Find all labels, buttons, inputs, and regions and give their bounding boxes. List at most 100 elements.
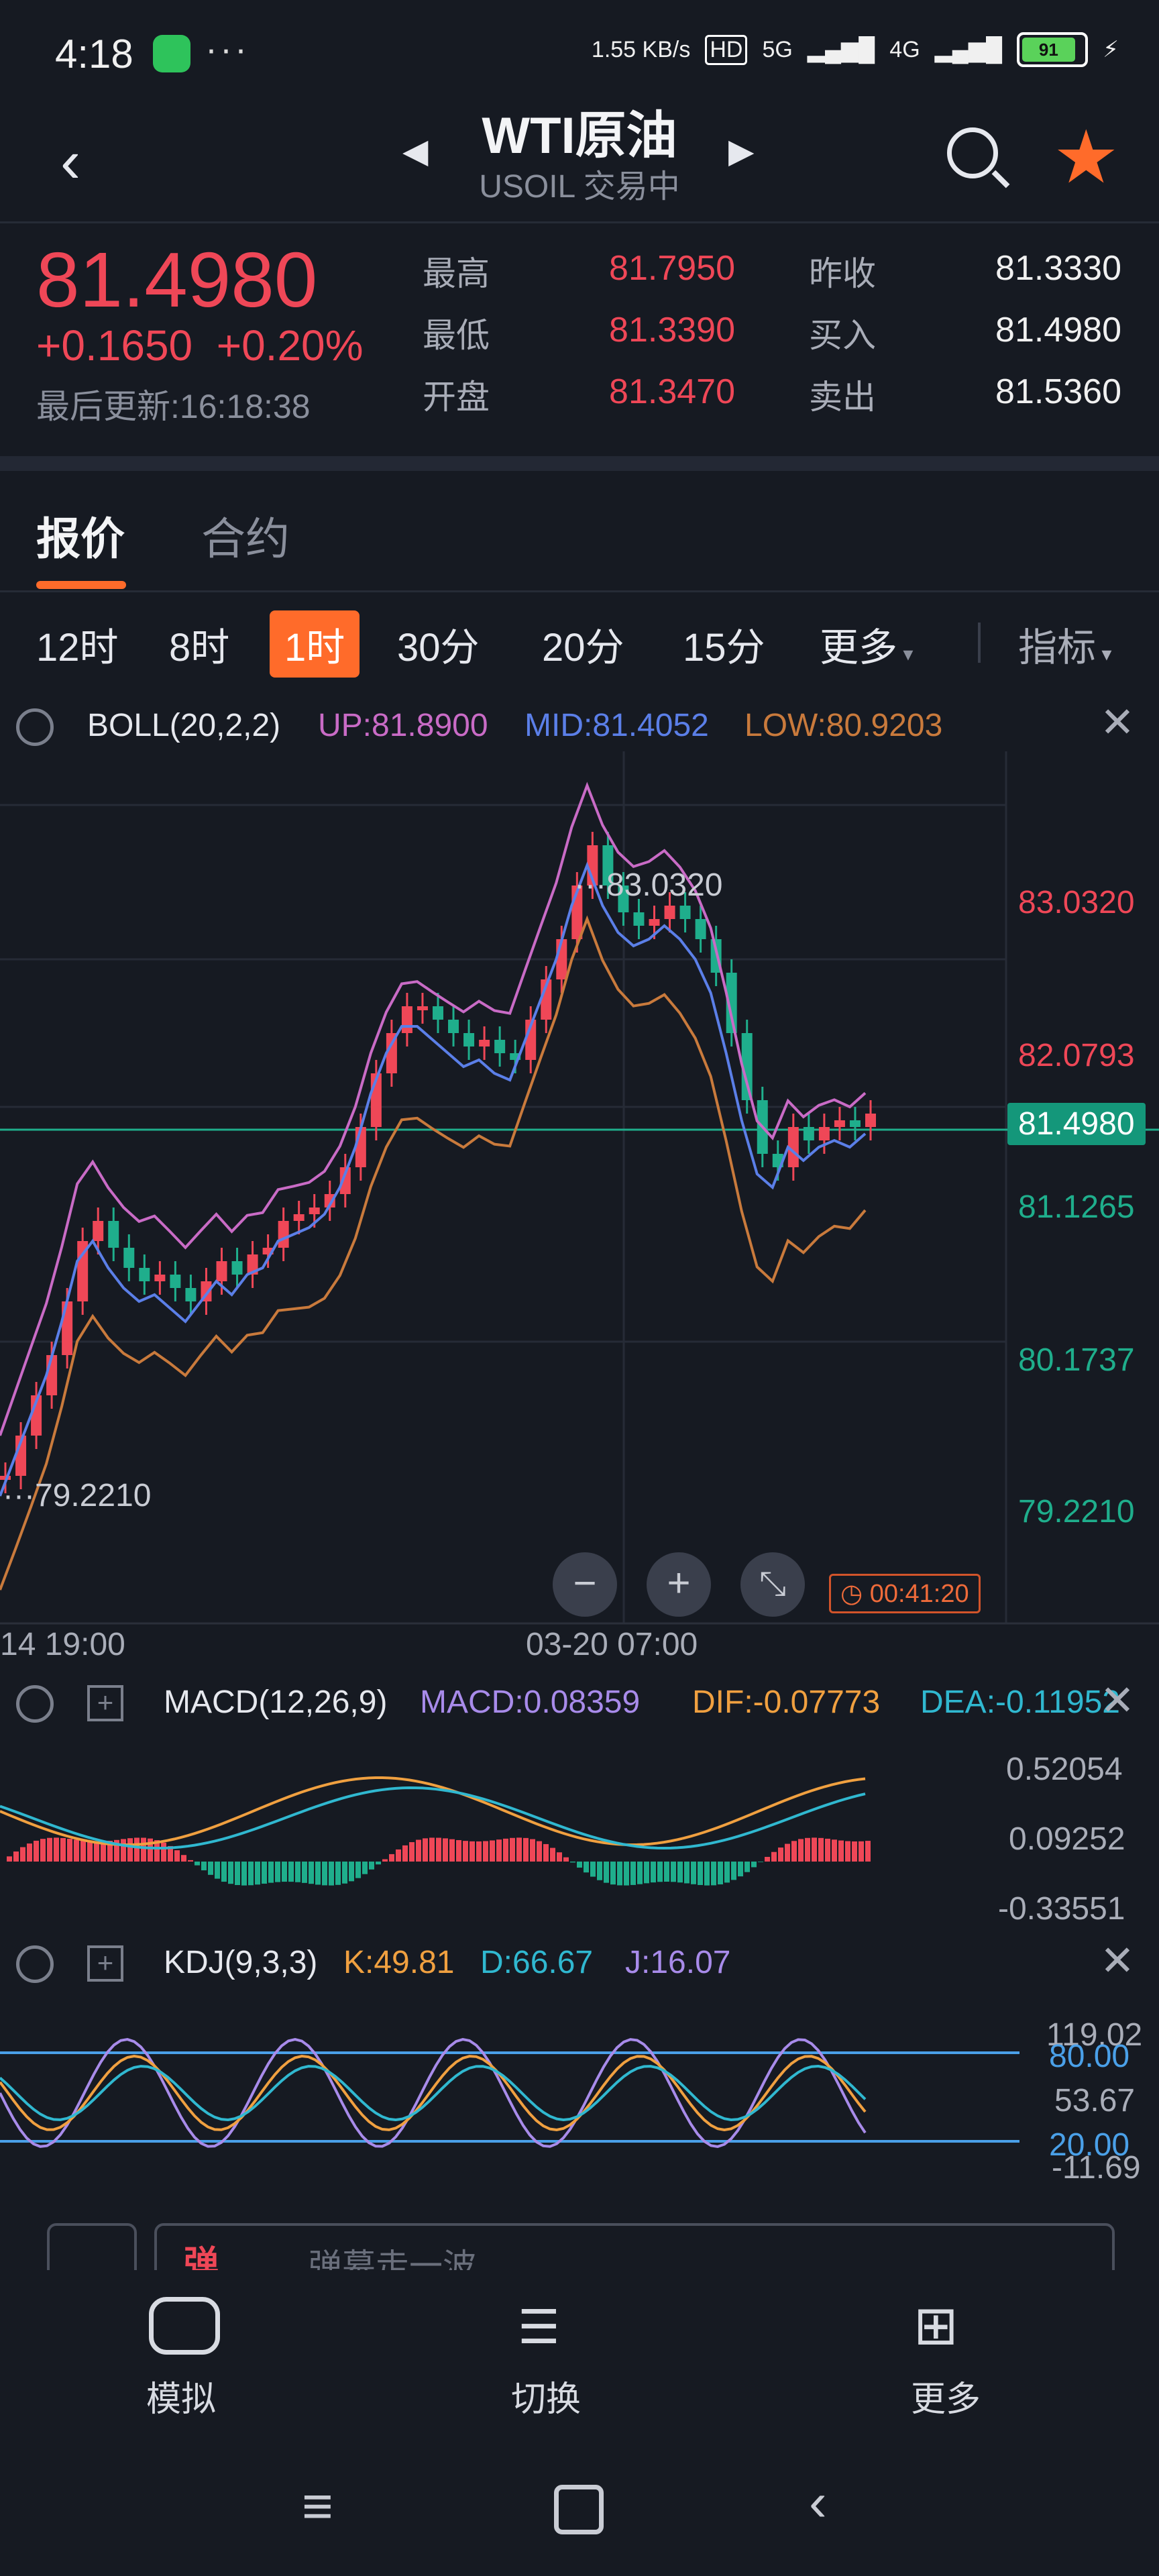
macd-bar <box>778 1847 783 1862</box>
hd-icon: HD <box>705 34 748 65</box>
macd-bar <box>121 1839 126 1862</box>
settings-ring-icon[interactable] <box>16 1685 54 1723</box>
close-icon[interactable]: ✕ <box>1100 1676 1135 1725</box>
prev-close-label: 昨收 <box>809 255 876 292</box>
tab-contract[interactable]: 合约 <box>201 503 290 568</box>
favorite-star-icon[interactable]: ★ <box>1053 114 1119 200</box>
zoom-in-button[interactable]: + <box>647 1552 711 1617</box>
nav-more[interactable]: 更多 <box>865 2371 1026 2421</box>
macd-bar <box>537 1841 542 1862</box>
macd-bar <box>523 1837 529 1862</box>
indicator-menu[interactable]: 指标 ▾ <box>1018 616 1111 672</box>
switch-icon[interactable]: ☰ <box>518 2300 560 2355</box>
candle <box>108 1221 119 1248</box>
macd-bar <box>543 1843 549 1862</box>
macd-bar <box>87 1841 93 1862</box>
time-axis-mid: 03-20 07:00 <box>526 1627 698 1662</box>
macd-bar <box>423 1838 428 1862</box>
zoom-out-button[interactable]: − <box>553 1552 617 1617</box>
gamepad-icon[interactable] <box>149 2297 220 2355</box>
macd-bar <box>268 1862 274 1883</box>
candle <box>679 906 691 919</box>
macd-bar <box>188 1860 193 1862</box>
kdj-axis-label: -11.69 <box>1052 2150 1141 2186</box>
macd-bar <box>530 1839 535 1862</box>
signal-bars-icon: ▂▄▆█ <box>934 37 1003 62</box>
high-value: 81.7950 <box>609 249 735 288</box>
boll-upper-line <box>0 782 867 1436</box>
macd-bar <box>852 1841 857 1862</box>
macd-dif: DIF:-0.07773 <box>692 1684 881 1720</box>
more-grid-icon[interactable]: ⊞ <box>914 2294 958 2357</box>
candle <box>494 1040 506 1053</box>
shield-app-icon <box>153 35 190 72</box>
candle <box>433 1006 443 1020</box>
macd-bar <box>195 1862 200 1866</box>
time-axis-left: 14 19:00 <box>0 1627 125 1662</box>
back-nav-icon[interactable]: ‹ <box>809 2471 827 2533</box>
candle <box>123 1248 135 1268</box>
add-indicator-icon[interactable]: + <box>87 1685 123 1721</box>
macd-bar <box>630 1862 636 1885</box>
timeframe-20m[interactable]: 20分 <box>542 616 624 672</box>
macd-bar <box>201 1862 207 1871</box>
timeframe-1h[interactable]: 1时 <box>270 610 360 678</box>
macd-bar <box>174 1850 180 1862</box>
macd-bar <box>362 1862 368 1874</box>
timeframe-more[interactable]: 更多 ▾ <box>820 616 913 672</box>
next-symbol-button[interactable]: ▶ <box>728 131 754 170</box>
candle <box>93 1221 104 1241</box>
macd-bar <box>376 1862 381 1865</box>
menu-icon[interactable]: ≡ <box>302 2475 333 2537</box>
axis-label: 82.0793 <box>1018 1038 1135 1073</box>
candle <box>309 1208 320 1214</box>
search-icon[interactable] <box>947 127 998 178</box>
macd-bar <box>550 1847 555 1862</box>
battery-icon: 91 <box>1017 32 1089 67</box>
close-icon[interactable]: ✕ <box>1100 1936 1135 1985</box>
candle <box>62 1301 73 1355</box>
fullscreen-icon[interactable]: ⤡ <box>740 1552 805 1617</box>
macd-bar <box>208 1862 213 1875</box>
macd-bar <box>604 1862 609 1883</box>
candle <box>849 1120 861 1127</box>
macd-bar <box>134 1837 140 1862</box>
macd-bar <box>510 1837 515 1862</box>
home-icon[interactable] <box>554 2485 604 2534</box>
nav-simulate[interactable]: 模拟 <box>101 2371 262 2421</box>
settings-ring-icon[interactable] <box>16 1945 54 1983</box>
timeframe-12h[interactable]: 12时 <box>36 616 119 672</box>
settings-ring-icon[interactable] <box>16 708 54 746</box>
tab-quote[interactable]: 报价 <box>36 503 125 568</box>
macd-bar <box>597 1862 602 1880</box>
timeframe-8h[interactable]: 8时 <box>169 616 229 672</box>
candle <box>818 1127 830 1140</box>
macd-bar <box>295 1862 300 1882</box>
macd-bar <box>463 1841 468 1862</box>
macd-bar <box>262 1862 267 1884</box>
macd-bar <box>34 1840 39 1862</box>
add-indicator-icon[interactable]: + <box>87 1945 123 1982</box>
macd-bar <box>429 1837 435 1862</box>
macd-bar <box>20 1847 25 1862</box>
timeframe-30m[interactable]: 30分 <box>397 616 480 672</box>
current-price-tag: 81.4980 <box>1007 1103 1146 1145</box>
candle <box>401 1006 412 1033</box>
macd-bar <box>765 1857 770 1862</box>
candle <box>231 1261 243 1275</box>
close-icon[interactable]: ✕ <box>1100 698 1135 747</box>
timeframe-15m[interactable]: 15分 <box>683 616 765 672</box>
signal-5g-icon: 5G <box>762 36 793 62</box>
boll-up: UP:81.8900 <box>318 708 488 743</box>
macd-bar <box>355 1862 361 1878</box>
macd-bar <box>617 1862 622 1886</box>
candle <box>417 1006 428 1010</box>
chart-area[interactable] <box>0 751 1159 2227</box>
countdown-badge: ◷ 00:41:20 <box>829 1574 981 1613</box>
nav-switch[interactable]: 切换 <box>465 2371 626 2421</box>
macd-axis-label: 0.52054 <box>1006 1752 1123 1787</box>
candle <box>278 1221 289 1248</box>
kdj-j: J:16.07 <box>625 1945 731 1980</box>
macd-bar <box>657 1862 663 1882</box>
macd-bar <box>838 1840 844 1862</box>
